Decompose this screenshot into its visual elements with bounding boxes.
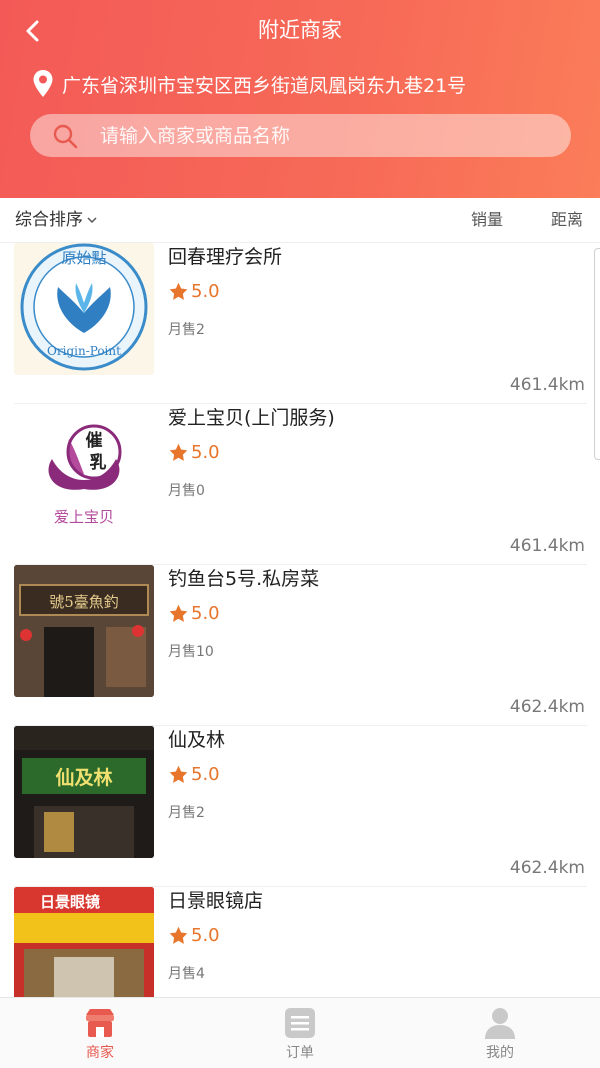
rating-value: 5.0 <box>191 925 220 946</box>
svg-text:日景眼镜: 日景眼镜 <box>40 893 100 911</box>
origin-point-logo-image: 原始點 Origin-Point <box>20 243 148 371</box>
shop-name: 回春理疗会所 <box>168 246 283 268</box>
monthly-sales: 月售2 <box>168 805 205 821</box>
xianjilin-storefront-image: 仙及林 <box>14 726 154 858</box>
profile-icon <box>485 1008 515 1039</box>
bottom-tab-bar: 商家 订单 我的 <box>0 997 600 1068</box>
tab-store[interactable]: 商家 <box>40 998 160 1068</box>
search-input[interactable] <box>98 123 532 148</box>
sort-default-label: 综合排序 <box>15 210 83 230</box>
shop-item[interactable]: 日景眼镜 日景眼镜店 5.0 月售4 <box>14 887 587 997</box>
restaurant-storefront-image: 號5臺魚釣 <box>14 565 154 697</box>
star-icon <box>169 282 188 300</box>
shop-distance: 462.4km <box>509 697 585 717</box>
tab-store-label: 商家 <box>86 1045 114 1061</box>
shop-rating: 5.0 <box>168 603 220 624</box>
svg-text:號5臺魚釣: 號5臺魚釣 <box>49 593 119 611</box>
shop-item[interactable]: 催 乳 爱上宝贝 爱上宝贝(上门服务) 5.0 月售0 461.4km <box>14 404 587 565</box>
optical-shop-storefront-image: 日景眼镜 <box>14 887 154 997</box>
search-box[interactable] <box>30 114 571 157</box>
rating-value: 5.0 <box>191 764 220 785</box>
sort-default-dropdown[interactable]: 综合排序 <box>15 198 98 242</box>
shop-name: 日景眼镜店 <box>168 890 264 912</box>
shop-rating: 5.0 <box>168 442 220 463</box>
tab-profile-label: 我的 <box>486 1045 514 1061</box>
monthly-sales: 月售0 <box>168 483 205 499</box>
shop-name: 仙及林 <box>168 729 226 751</box>
shop-thumbnail: 號5臺魚釣 <box>14 565 154 697</box>
tab-orders-label: 订单 <box>286 1045 314 1061</box>
sort-distance-button[interactable]: 距离 <box>551 198 583 242</box>
location-row[interactable]: 广东省深圳市宝安区西乡街道凤凰岗东九巷21号 <box>32 68 466 100</box>
svg-text:Origin-Point: Origin-Point <box>47 344 121 358</box>
svg-text:催: 催 <box>86 430 103 451</box>
search-icon <box>53 124 78 148</box>
star-icon <box>169 765 188 783</box>
shop-distance: 461.4km <box>509 375 585 395</box>
monthly-sales: 月售10 <box>168 644 214 660</box>
sort-sales-button[interactable]: 销量 <box>471 198 503 242</box>
shop-rating: 5.0 <box>168 764 220 785</box>
tab-orders[interactable]: 订单 <box>240 998 360 1068</box>
tab-profile[interactable]: 我的 <box>440 998 560 1068</box>
shop-item[interactable]: 原始點 Origin-Point 回春理疗会所 5.0 月售2 461.4km <box>14 243 587 404</box>
shop-thumbnail: 原始點 Origin-Point <box>14 243 154 375</box>
rating-value: 5.0 <box>191 603 220 624</box>
chevron-down-icon <box>87 217 97 224</box>
order-icon <box>285 1008 315 1038</box>
svg-text:爱上宝贝: 爱上宝贝 <box>54 508 114 526</box>
sort-bar: 综合排序 销量 距离 <box>0 198 600 243</box>
location-text: 广东省深圳市宝安区西乡街道凤凰岗东九巷21号 <box>62 74 467 97</box>
shop-thumbnail: 仙及林 <box>14 726 154 858</box>
rating-value: 5.0 <box>191 281 220 302</box>
shop-item[interactable]: 仙及林 仙及林 5.0 月售2 462.4km <box>14 726 587 887</box>
shop-thumbnail: 催 乳 爱上宝贝 <box>14 404 154 536</box>
svg-text:原始點: 原始點 <box>61 249 106 267</box>
shop-name: 钓鱼台5号.私房菜 <box>168 568 320 590</box>
shop-list: 原始點 Origin-Point 回春理疗会所 5.0 月售2 461.4km … <box>0 243 600 997</box>
baby-service-logo-image: 催 乳 爱上宝贝 <box>48 424 122 526</box>
location-pin-icon <box>33 70 53 97</box>
store-icon <box>86 1009 114 1037</box>
star-icon <box>169 604 188 622</box>
rating-value: 5.0 <box>191 442 220 463</box>
shop-distance: 462.4km <box>509 858 585 878</box>
shop-rating: 5.0 <box>168 925 220 946</box>
star-icon <box>169 443 188 461</box>
shop-distance: 461.4km <box>509 536 585 556</box>
shop-thumbnail: 日景眼镜 <box>14 887 154 997</box>
shop-item[interactable]: 號5臺魚釣 钓鱼台5号.私房菜 5.0 月售10 462.4km <box>14 565 587 726</box>
scrollbar[interactable] <box>594 248 600 460</box>
svg-text:乳: 乳 <box>90 452 107 473</box>
svg-text:仙及林: 仙及林 <box>55 766 112 789</box>
monthly-sales: 月售4 <box>168 966 205 982</box>
star-icon <box>169 926 188 944</box>
header: 附近商家 广东省深圳市宝安区西乡街道凤凰岗东九巷21号 <box>0 0 600 198</box>
shop-name: 爱上宝贝(上门服务) <box>168 407 335 429</box>
shop-rating: 5.0 <box>168 281 220 302</box>
monthly-sales: 月售2 <box>168 322 205 338</box>
page-title: 附近商家 <box>258 18 342 42</box>
